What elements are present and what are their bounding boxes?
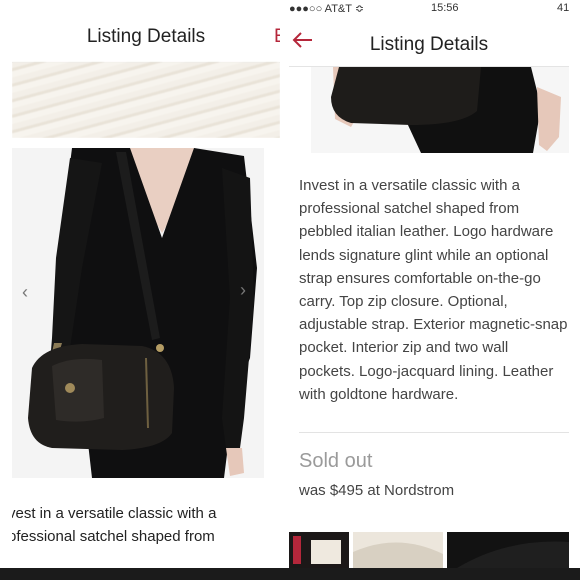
thumbnail[interactable] (447, 532, 569, 568)
description-line: adjustable strap. Exterior magnetic-snap (299, 316, 568, 334)
thumbnail-strip (289, 532, 569, 568)
description-line: Invest in a versatile classic with a (299, 177, 520, 194)
header-bar: Listing Details E (12, 0, 280, 63)
sold-out-status: Sold out (299, 450, 373, 472)
left-screenshot-panel: Listing Details E ‹ › (12, 0, 280, 580)
description-line: with goldtone hardware. (299, 385, 459, 403)
description-text: Invest in a versatile classic with a pro… (299, 174, 569, 406)
description-line: carry. Top zip closure. Optional, (299, 293, 508, 311)
right-screenshot-panel: ●●●○○ AT&T ≎ 15:56 41 Listing Details In… (289, 0, 569, 580)
thumbnail[interactable] (289, 532, 349, 568)
description-line: pebbled italian leather. Logo hardware (299, 223, 554, 241)
status-bar: ●●●○○ AT&T ≎ 15:56 41 (289, 0, 569, 16)
product-photo[interactable]: ‹ › (12, 148, 264, 478)
model-with-bag-image (12, 148, 264, 478)
chevron-left-icon[interactable]: ‹ (22, 282, 28, 303)
carrier-signal: ●●●○○ AT&T ≎ (289, 3, 365, 15)
battery-level: 41 (557, 2, 569, 14)
description-line: strap ensures comfortable on-the-go (299, 269, 541, 287)
page-title: Listing Details (369, 34, 489, 55)
chevron-right-icon[interactable]: › (240, 280, 246, 301)
description-text: vest in a versatile classic with a ofess… (12, 502, 280, 548)
divider (299, 432, 569, 433)
header-action-cut[interactable]: E (274, 26, 280, 48)
fabric-photo (12, 62, 280, 138)
thumbnail[interactable] (353, 532, 443, 568)
page-title: Listing Details (86, 26, 206, 47)
description-line: professional satchel shaped from (299, 200, 520, 218)
description-line: vest in a versatile classic with a (12, 505, 217, 522)
product-photo[interactable] (311, 67, 569, 153)
clock: 15:56 (431, 2, 459, 14)
original-price: was $495 at Nordstrom (299, 482, 455, 499)
header-bar: Listing Details (289, 16, 569, 67)
bottom-bar (0, 568, 580, 580)
description-line: pockets. Logo-jacquard lining. Leather (299, 362, 554, 380)
model-with-bag-image (311, 67, 569, 153)
description-line: lends signature glint while an optional (299, 246, 549, 264)
description-line: ofessional satchel shaped from (12, 528, 215, 545)
description-line: pocket. Interior zip and two wall (299, 339, 509, 357)
